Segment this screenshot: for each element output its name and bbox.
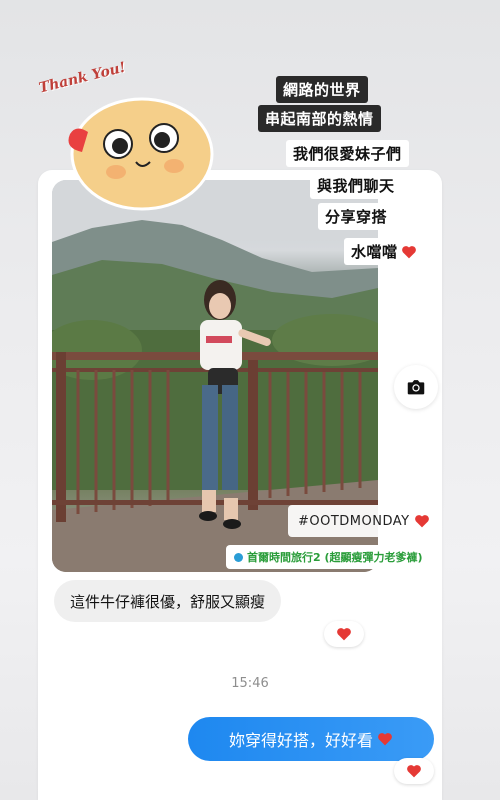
story-caption-2: 串起南部的熱情 bbox=[258, 105, 381, 132]
camera-icon bbox=[407, 380, 425, 395]
story-caption-1: 網路的世界 bbox=[276, 76, 368, 103]
product-link-sticker[interactable]: 首爾時間旅行2 (超顯瘦彈力老爹褲) bbox=[226, 545, 431, 569]
heart-icon bbox=[401, 245, 416, 258]
story-caption-3: 我們很愛妹子們 bbox=[286, 140, 409, 167]
story-caption-6-text: 水噹噹 bbox=[351, 243, 398, 261]
heart-icon bbox=[414, 515, 429, 528]
incoming-message-text: 這件牛仔褲很優，舒服又顯瘦 bbox=[70, 592, 266, 611]
link-dot-icon bbox=[234, 552, 243, 562]
hashtag-sticker[interactable]: #OOTDMONDAY bbox=[288, 505, 440, 537]
camera-button[interactable] bbox=[394, 365, 438, 409]
outgoing-reaction[interactable] bbox=[394, 758, 434, 784]
heart-icon bbox=[378, 733, 392, 746]
incoming-message[interactable]: 這件牛仔褲很優，舒服又顯瘦 bbox=[54, 580, 282, 622]
heart-icon bbox=[407, 765, 421, 778]
outgoing-message-text: 妳穿得好搭，好好看 bbox=[228, 731, 373, 750]
story-caption-6: 水噹噹 bbox=[344, 238, 424, 265]
story-caption-5: 分享穿搭 bbox=[318, 203, 395, 230]
heart-icon bbox=[337, 628, 351, 641]
story-caption-4: 與我們聊天 bbox=[310, 172, 402, 199]
hashtag-text: #OOTDMONDAY bbox=[298, 513, 410, 529]
message-timestamp: 15:46 bbox=[231, 676, 269, 691]
outgoing-message[interactable]: 妳穿得好搭，好好看 bbox=[188, 717, 434, 761]
product-link-text: 首爾時間旅行2 (超顯瘦彈力老爹褲) bbox=[247, 551, 423, 564]
incoming-reaction[interactable] bbox=[324, 621, 364, 647]
